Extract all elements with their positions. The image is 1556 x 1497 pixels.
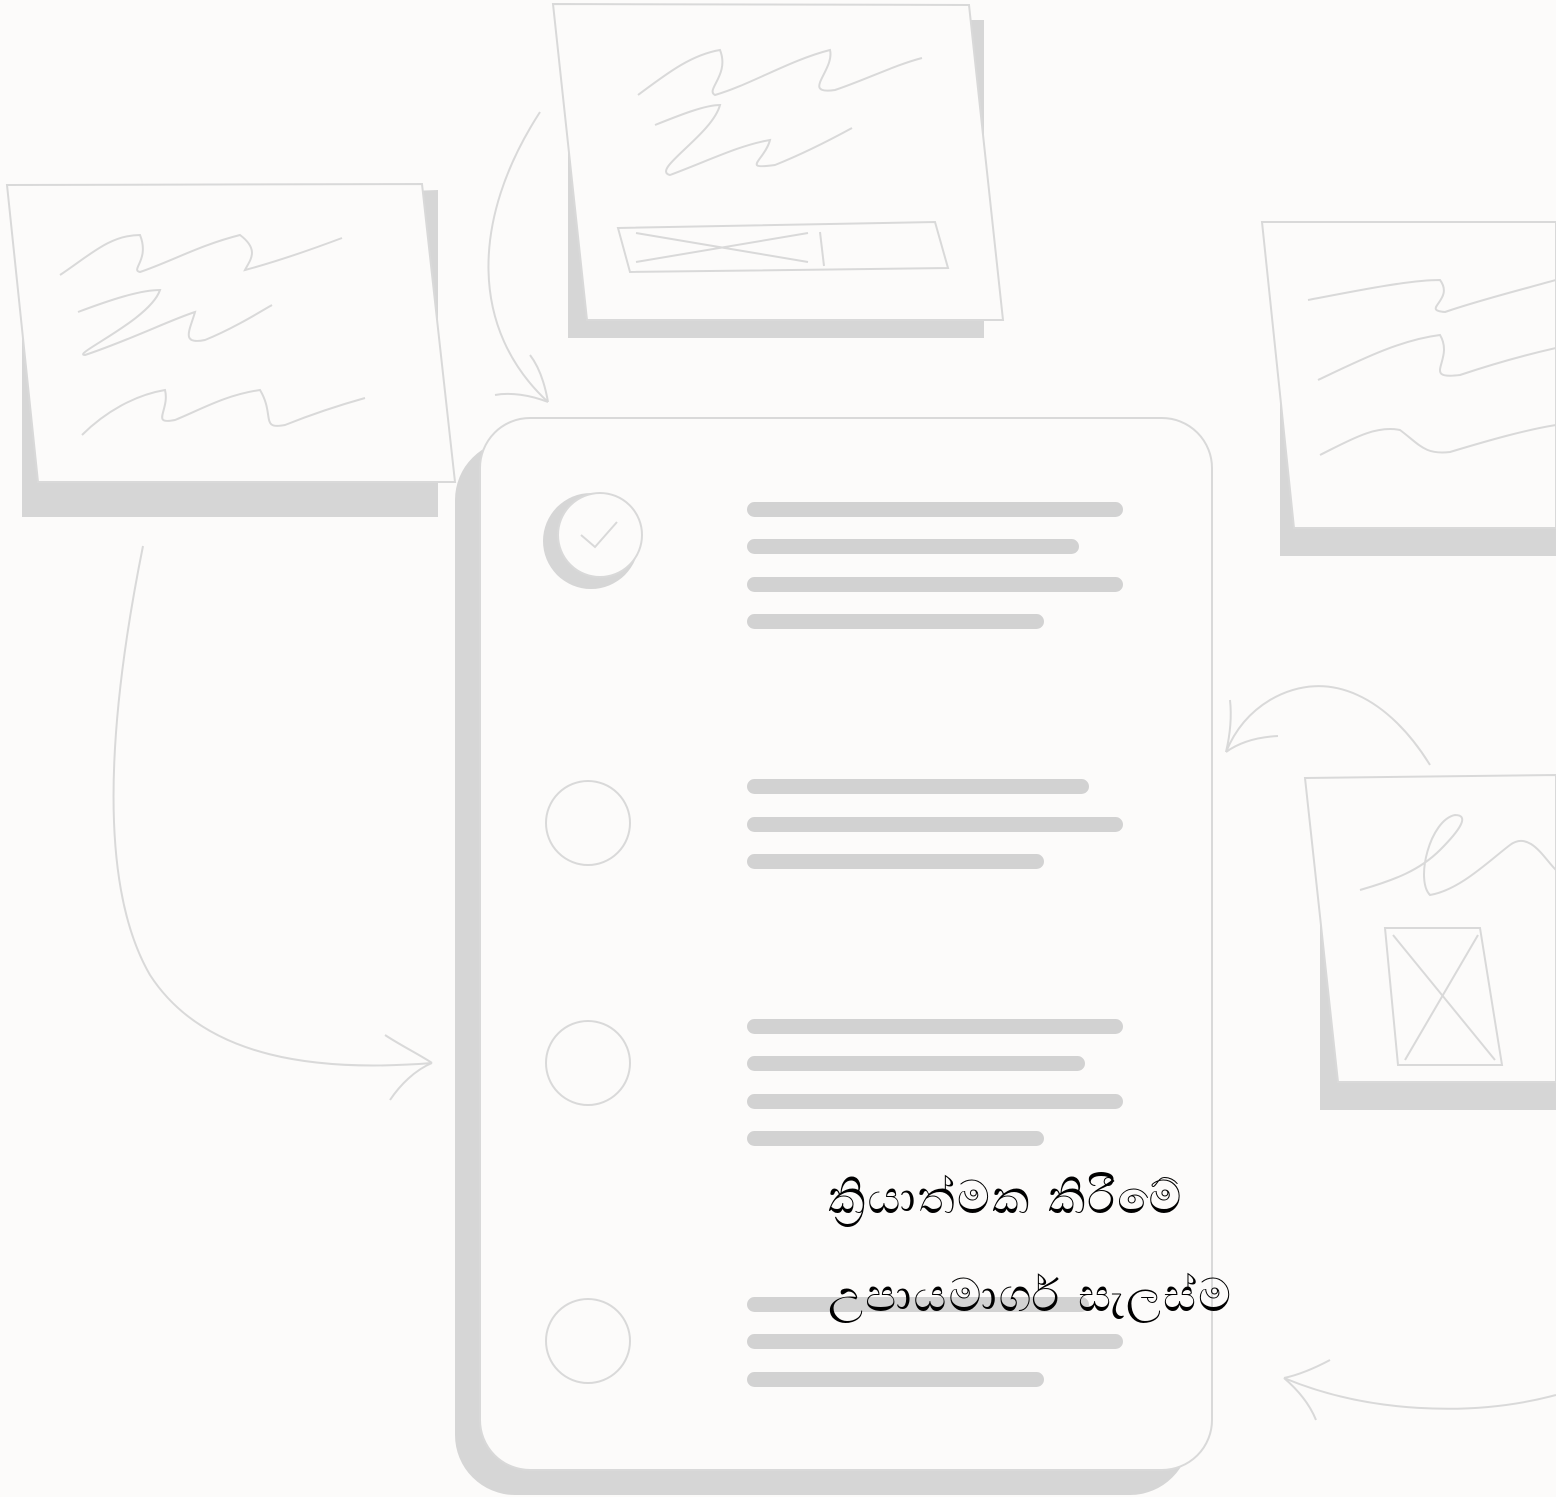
curved-arrow-icon xyxy=(487,111,549,403)
curved-arrow-icon xyxy=(1225,685,1431,766)
sticky-note-icon xyxy=(1303,773,1556,1110)
curved-arrow-icon xyxy=(1283,1359,1556,1421)
caption-title: ක්‍රියාත්මක කිරීමේ උපායමාර්ග සැලස්ම xyxy=(828,1148,1233,1344)
sticky-note-icon xyxy=(1260,221,1556,556)
caption-line-2: උපායමාර්ග සැලස්ම xyxy=(828,1268,1234,1322)
checklist-illustration xyxy=(5,2,1556,1495)
curved-arrow-icon xyxy=(112,545,433,1101)
caption-line-1: ක්‍රියාත්මක කිරීමේ xyxy=(828,1170,1184,1224)
sticky-note-icon xyxy=(5,182,457,517)
sticky-note-icon xyxy=(551,2,1005,338)
